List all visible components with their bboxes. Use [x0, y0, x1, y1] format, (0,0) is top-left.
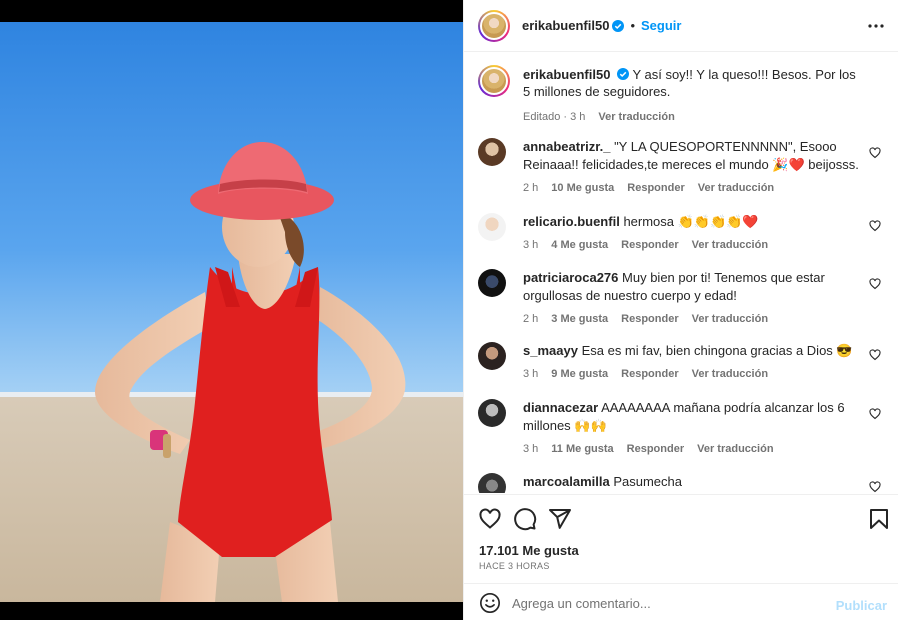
- more-options-icon[interactable]: [867, 18, 885, 34]
- commenter-avatar[interactable]: [478, 473, 506, 493]
- author-avatar[interactable]: [478, 9, 510, 42]
- comments-list[interactable]: erikabuenfil50 Y así soy!! Y la queso!!!…: [464, 53, 898, 493]
- commenter-avatar[interactable]: [478, 269, 506, 297]
- commenter-avatar[interactable]: [478, 138, 506, 166]
- comment-time: 2 h: [523, 182, 539, 194]
- comment-time: 2 h: [523, 313, 539, 325]
- comment-time: 3 h: [523, 443, 539, 455]
- beach-photo-image: [0, 22, 463, 602]
- comment-time: 3 h: [523, 239, 539, 251]
- comment-like-heart-icon[interactable]: [869, 349, 881, 361]
- translate-link[interactable]: Ver traducción: [692, 236, 768, 254]
- comment-like-heart-icon[interactable]: [869, 278, 881, 290]
- reply-button[interactable]: Responder: [627, 179, 684, 197]
- comment-time: 3 h: [523, 368, 539, 380]
- commenter-avatar[interactable]: [478, 342, 506, 370]
- publish-button[interactable]: Publicar: [836, 598, 887, 613]
- translate-link[interactable]: Ver traducción: [692, 365, 768, 383]
- comment-username[interactable]: diannacezar: [523, 400, 598, 415]
- comment-likes[interactable]: 11 Me gusta: [551, 440, 613, 458]
- comment-username[interactable]: patriciaroca276: [523, 270, 618, 285]
- follow-button[interactable]: Seguir: [641, 18, 681, 33]
- comment-username[interactable]: relicario.buenfil: [523, 214, 620, 229]
- post-time-ago: HACE 3 HORAS: [479, 561, 550, 571]
- post-side-panel: erikabuenfil50 • Seguir erikabuenfil50 Y…: [463, 0, 898, 620]
- comment-likes[interactable]: 10 Me gusta: [551, 179, 614, 197]
- comment-likes[interactable]: 4 Me gusta: [551, 236, 608, 254]
- caption-translate-link[interactable]: Ver traducción: [598, 109, 674, 126]
- comment-like-heart-icon[interactable]: [869, 408, 881, 420]
- comment-username[interactable]: annabeatrizr._: [523, 139, 610, 154]
- comment-username[interactable]: marcoalamilla: [523, 474, 610, 489]
- comment-icon[interactable]: [513, 507, 537, 531]
- likes-count[interactable]: 17.101 Me gusta: [479, 543, 579, 558]
- comment-text: Esa es mi fav, bien chingona gracias a D…: [581, 343, 853, 358]
- caption-author-avatar[interactable]: [478, 65, 510, 97]
- bookmark-icon[interactable]: [867, 507, 891, 531]
- post-actions-bar: 17.101 Me gusta HACE 3 HORAS: [464, 494, 898, 582]
- comment-username[interactable]: s_maayy: [523, 343, 578, 358]
- caption-username[interactable]: erikabuenfil50: [523, 67, 610, 82]
- translate-link[interactable]: Ver traducción: [692, 310, 768, 328]
- commenter-avatar[interactable]: [478, 399, 506, 427]
- share-icon[interactable]: [548, 507, 572, 531]
- post-photo[interactable]: [0, 0, 463, 620]
- separator-dot: •: [630, 18, 635, 33]
- commenter-avatar[interactable]: [478, 213, 506, 241]
- comment-like-heart-icon[interactable]: [869, 220, 881, 232]
- comment-likes[interactable]: 9 Me gusta: [551, 365, 608, 383]
- heart-icon[interactable]: [478, 507, 502, 531]
- comment-likes[interactable]: 3 Me gusta: [551, 310, 608, 328]
- reply-button[interactable]: Responder: [621, 310, 678, 328]
- author-username[interactable]: erikabuenfil50: [522, 18, 609, 33]
- comment-like-heart-icon[interactable]: [869, 147, 881, 159]
- emoji-icon[interactable]: [479, 592, 501, 614]
- comment-input[interactable]: [512, 593, 832, 613]
- translate-link[interactable]: Ver traducción: [698, 179, 774, 197]
- translate-link[interactable]: Ver traducción: [697, 440, 773, 458]
- verified-badge-icon: [617, 68, 630, 80]
- post-header: erikabuenfil50 • Seguir: [464, 0, 898, 52]
- comment-composer: Publicar: [464, 583, 898, 620]
- reply-button[interactable]: Responder: [627, 440, 684, 458]
- verified-badge-icon: [612, 19, 625, 32]
- photo-canvas: [0, 22, 463, 602]
- reply-button[interactable]: Responder: [621, 365, 678, 383]
- comment-like-heart-icon[interactable]: [869, 481, 881, 493]
- reply-button[interactable]: Responder: [621, 236, 678, 254]
- comment-text: Pasumecha: [613, 474, 682, 489]
- comment-text: hermosa 👏👏👏👏❤️: [623, 214, 759, 229]
- caption-time: Editado · 3 h: [523, 111, 586, 123]
